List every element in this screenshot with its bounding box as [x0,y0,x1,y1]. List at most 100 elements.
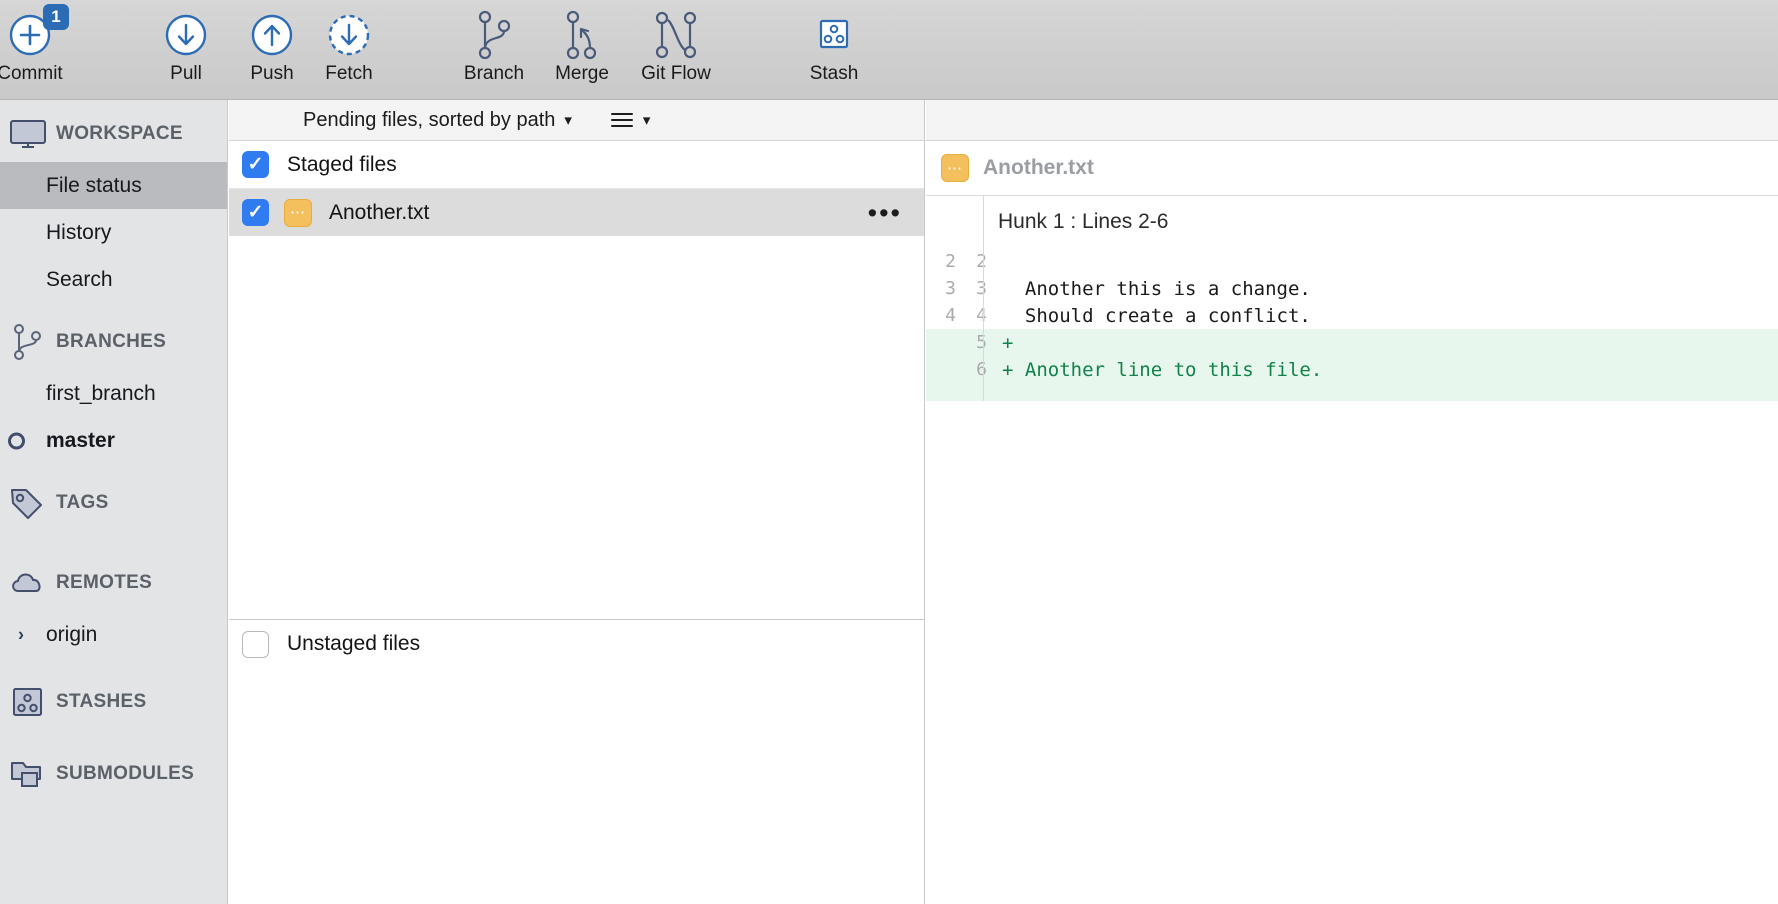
git-flow-icon [650,8,702,62]
diff-line-text: + [1002,331,1014,354]
push-button-label: Push [250,63,294,84]
unstaged-files-group-row[interactable]: Unstaged files [229,620,924,668]
diff-file-bar: ⋯ Another.txt [926,141,1778,196]
sidebar-section-branches[interactable]: BRANCHES [0,314,227,370]
diff-line[interactable]: 2 2 [926,248,1778,275]
monitor-icon [0,118,56,150]
unstaged-files-checkbox[interactable] [242,630,269,658]
diff-file-name: Another.txt [983,156,1094,179]
diff-line[interactable]: 3 3 Another this is a change. [926,275,1778,302]
sidebar-item-file-status-label: File status [46,173,142,197]
main-toolbar: 1 Commit Pull Push Fetch Branch Merge Gi… [0,0,1778,100]
sort-order-dropdown[interactable]: Pending files, sorted by path ▾ [303,109,572,132]
file-status-panel: Pending files, sorted by path ▾ ▾ ✓ Stag… [229,100,925,904]
table-row[interactable]: ✓ ⋯ Another.txt ••• [229,189,924,236]
sidebar-item-remote-origin[interactable]: origin [0,611,227,658]
toolbar-group-commit: 1 Commit [0,0,78,100]
branch-icon [471,8,517,62]
fetch-button[interactable]: Fetch [310,0,388,100]
view-mode-dropdown[interactable]: ▾ [610,111,650,129]
sidebar-section-remotes-label: REMOTES [56,572,153,593]
diff-line-added[interactable]: 5 + [926,329,1778,356]
git-flow-button-label: Git Flow [641,63,711,84]
branch-icon [0,323,56,361]
hunk-title: Hunk 1 : Lines 2-6 [998,210,1169,233]
pull-button[interactable]: Pull [138,0,234,100]
toolbar-group-branching: Branch Merge Git Flow [448,0,728,100]
file-stage-checkbox[interactable]: ✓ [242,199,269,226]
file-name-label: Another.txt [329,200,430,224]
git-flow-button[interactable]: Git Flow [624,0,728,100]
diff-added-trailing-block [926,383,1778,401]
diff-panel-header [926,100,1778,141]
stash-button[interactable]: Stash [788,0,880,100]
chevron-right-icon[interactable]: › [18,624,24,645]
list-view-icon [610,111,634,129]
sidebar-section-stashes-label: STASHES [56,691,147,712]
sidebar-section-tags[interactable]: TAGS [0,475,227,531]
sidebar-section-workspace[interactable]: WORKSPACE [0,106,227,162]
commit-count-badge: 1 [43,4,69,30]
file-list-header: Pending files, sorted by path ▾ ▾ [229,100,924,141]
sort-order-label: Pending files, sorted by path [303,108,556,131]
arrow-down-dashed-circle-icon [326,8,372,62]
modified-dots-icon: ⋯ [941,154,969,182]
staged-files-group-row[interactable]: ✓ Staged files [229,141,924,189]
sidebar-remote-label: origin [46,622,98,646]
check-icon: ✓ [247,154,264,175]
sidebar-item-search-label: Search [46,267,113,291]
sidebar-section-submodules[interactable]: SUBMODULES [0,746,227,802]
tag-icon [0,486,56,520]
row-overflow-menu-button[interactable]: ••• [868,199,902,226]
push-button[interactable]: Push [234,0,310,100]
merge-icon [559,8,605,62]
sidebar-section-workspace-label: WORKSPACE [56,123,183,144]
merge-button[interactable]: Merge [540,0,624,100]
toolbar-group-sync: Pull Push Fetch [138,0,388,100]
fetch-button-label: Fetch [325,63,373,84]
sidebar-section-tags-label: TAGS [56,492,109,513]
old-line-number: 3 [945,278,956,299]
chevron-down-icon: ▾ [564,112,572,129]
diff-line-added[interactable]: 6 + Another line to this file. [926,356,1778,383]
modified-dots-icon: ⋯ [284,198,312,227]
commit-button[interactable]: 1 Commit [0,0,78,100]
branch-button[interactable]: Branch [448,0,540,100]
commit-plus-circle-icon: 1 [7,4,69,62]
sidebar-item-file-status[interactable]: File status [0,162,227,209]
sidebar-branch-label: master [46,428,115,452]
commit-button-label: Commit [0,63,63,84]
branch-button-label: Branch [463,63,525,84]
gutter-divider [983,196,984,401]
diff-line-text: Another this is a change. [1002,277,1311,300]
diff-hunk: Hunk 1 : Lines 2-6 2 2 3 3 Another this … [926,196,1778,401]
sidebar-item-history-label: History [46,220,112,244]
cloud-icon [0,569,56,597]
arrow-down-circle-icon [163,8,209,62]
sidebar-branch-label: first_branch [46,381,156,405]
unstaged-files-label: Unstaged files [287,632,421,655]
submodule-icon [0,758,56,790]
sidebar-item-branch-master[interactable]: master [0,417,227,464]
arrow-up-circle-icon [249,8,295,62]
staged-files-pane: ✓ Staged files ✓ ⋯ Another.txt ••• [229,141,924,620]
toolbar-group-stash: Stash [788,0,880,100]
sidebar-section-submodules-label: SUBMODULES [56,763,195,784]
old-line-number: 2 [945,251,956,272]
stash-icon [0,685,56,719]
stash-icon [812,8,856,62]
staged-files-checkbox[interactable]: ✓ [242,151,269,178]
sidebar: WORKSPACE File status History Search BRA… [0,100,228,904]
sidebar-item-branch-first_branch[interactable]: first_branch [0,370,227,417]
sidebar-item-search[interactable]: Search [0,256,227,303]
old-line-number: 4 [945,305,956,326]
sidebar-item-history[interactable]: History [0,209,227,256]
sidebar-section-branches-label: BRANCHES [56,331,167,352]
sidebar-section-stashes[interactable]: STASHES [0,674,227,730]
diff-line[interactable]: 4 4 Should create a conflict. [926,302,1778,329]
sidebar-section-remotes[interactable]: REMOTES [0,555,227,611]
staged-files-label: Staged files [287,152,397,176]
merge-button-label: Merge [555,63,609,84]
unstaged-files-pane: Unstaged files [229,620,924,903]
diff-line-text: + Another line to this file. [1002,358,1323,381]
